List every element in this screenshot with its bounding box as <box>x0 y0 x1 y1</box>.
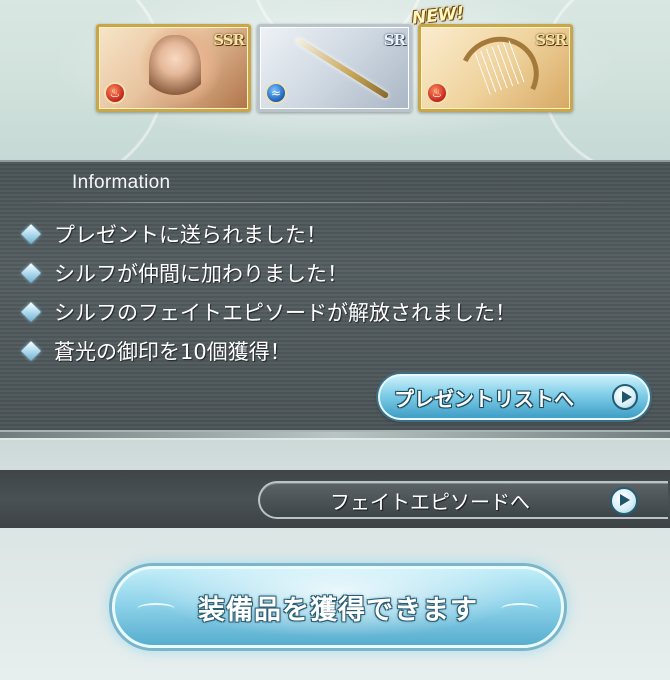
play-arrow-icon <box>610 487 638 515</box>
information-panel: Information プレゼントに送られました！ シルフが仲間に加わりました！… <box>0 160 670 438</box>
fate-episode-button[interactable]: フェイトエピソードへ <box>258 481 668 519</box>
reward-card-harp[interactable]: SSR ♨ <box>418 24 573 112</box>
sword-image <box>294 36 390 100</box>
fire-element-icon: ♨ <box>104 82 126 104</box>
diamond-bullet-icon <box>21 301 41 322</box>
acquire-equipment-label: 装備品を獲得できます <box>198 594 478 626</box>
water-element-icon: ≈ <box>265 82 287 104</box>
right-flourish-ornament <box>501 603 539 615</box>
message-text: 蒼光の御印を10個獲得！ <box>54 339 291 364</box>
reward-banner: SSR ♨ SR ≈ SSR ♨ NEW! <box>0 0 670 160</box>
play-arrow-icon <box>612 384 638 410</box>
diamond-bullet-icon <box>21 340 41 361</box>
list-item: シルフのフェイトエピソードが解放されました！ <box>20 292 516 331</box>
reward-card-character[interactable]: SSR ♨ <box>96 24 251 112</box>
message-list: プレゼントに送られました！ シルフが仲間に加わりました！ シルフのフェイトエピソ… <box>20 214 516 370</box>
diamond-bullet-icon <box>21 223 41 244</box>
fate-episode-label: フェイトエピソードへ <box>330 489 530 514</box>
diamond-bullet-icon <box>21 262 41 283</box>
rarity-label: SSR <box>213 31 245 49</box>
present-list-label: プレゼントリストへ <box>394 386 574 411</box>
character-portrait <box>149 35 201 103</box>
list-item: 蒼光の御印を10個獲得！ <box>20 331 516 370</box>
information-title: Information <box>72 172 171 193</box>
message-text: シルフのフェイトエピソードが解放されました！ <box>54 300 516 325</box>
reward-card-sword[interactable]: SR ≈ <box>257 24 412 112</box>
rarity-label: SR <box>383 31 406 49</box>
list-item: シルフが仲間に加わりました！ <box>20 253 516 292</box>
list-item: プレゼントに送られました！ <box>20 214 516 253</box>
message-text: プレゼントに送られました！ <box>54 222 327 247</box>
fire-element-icon: ♨ <box>426 82 448 104</box>
present-list-button[interactable]: プレゼントリストへ <box>378 374 650 420</box>
rarity-label: SSR <box>535 31 567 49</box>
title-divider <box>24 202 644 203</box>
acquire-equipment-button[interactable]: 装備品を獲得できます <box>112 566 564 648</box>
message-text: シルフが仲間に加わりました！ <box>54 261 348 286</box>
left-flourish-ornament <box>137 603 175 615</box>
